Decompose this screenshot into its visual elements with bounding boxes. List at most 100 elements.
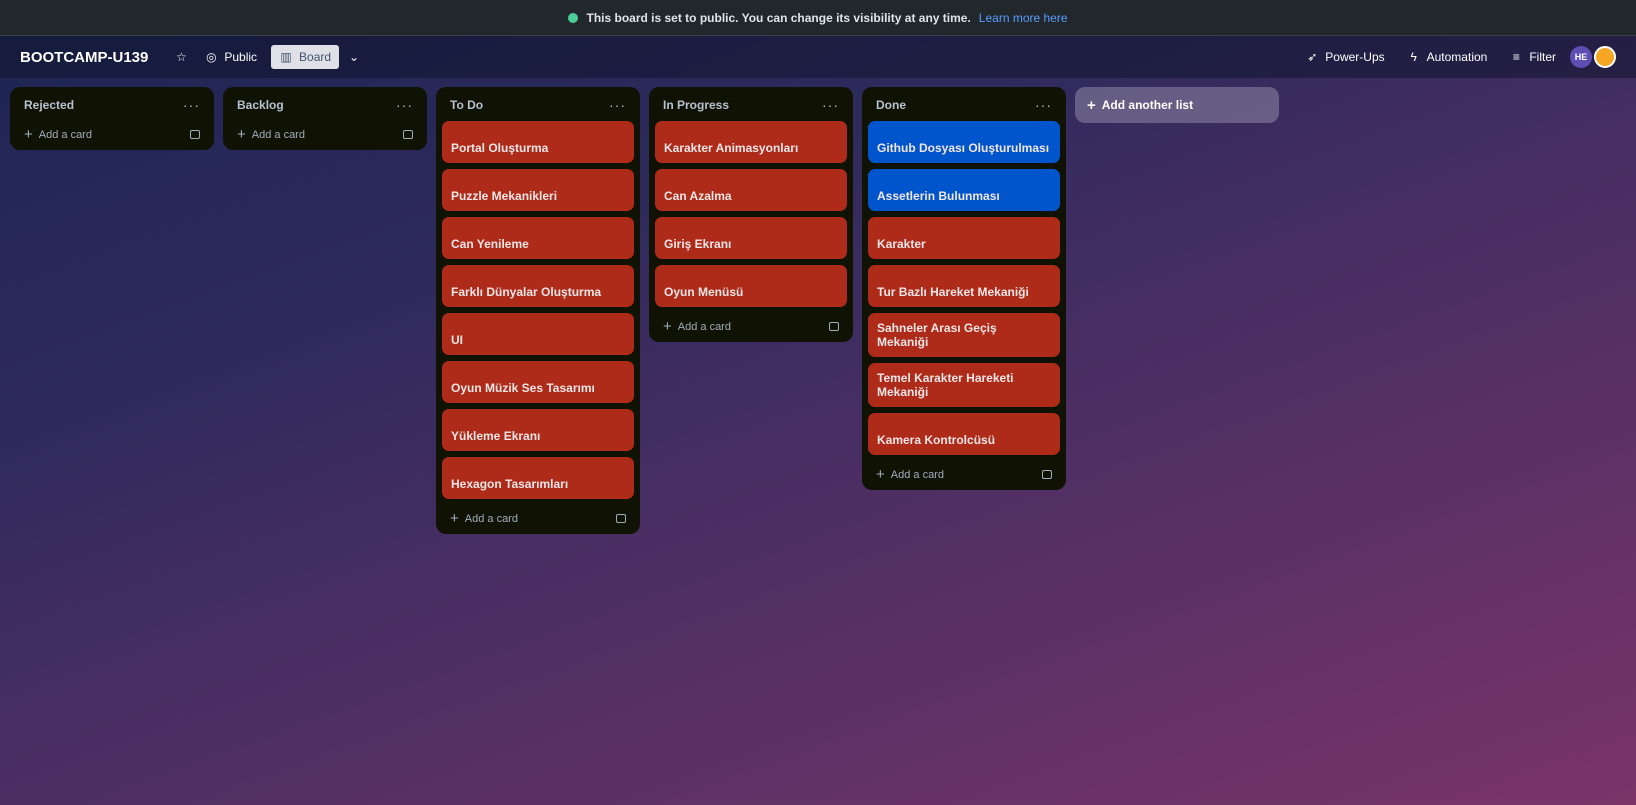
filter-button[interactable]: ≡ Filter — [1501, 45, 1564, 69]
list-to-do: To Do ··· Portal Oluşturma Puzzle Mekanikle… — [436, 87, 640, 534]
member-avatar[interactable]: HE — [1570, 46, 1592, 68]
card[interactable]: Puzzle Mekanikleri — [442, 169, 634, 211]
list-header: Rejected ··· — [16, 93, 208, 121]
card[interactable]: Sahneler Arası Geçiş Mekaniği — [868, 313, 1060, 357]
list-header: In Progress ··· — [655, 93, 847, 121]
add-card-row: + Add a card — [229, 121, 421, 142]
card[interactable]: Hexagon Tasarımları — [442, 457, 634, 499]
rocket-icon: ➶ — [1307, 50, 1318, 64]
board-header: BOOTCAMP-U139 ☆ ◎ Public ▥ Board ⌄ ➶ Pow… — [0, 36, 1636, 78]
board-title[interactable]: BOOTCAMP-U139 — [20, 49, 148, 66]
card-template-icon[interactable] — [190, 130, 200, 139]
board-lists: Rejected ··· + Add a card Backlog ··· + Add a c… — [10, 87, 1279, 534]
card[interactable]: Karakter Animasyonları — [655, 121, 847, 163]
card[interactable]: Assetlerin Bulunması — [868, 169, 1060, 211]
card[interactable]: Karakter — [868, 217, 1060, 259]
plus-icon: + — [1087, 96, 1096, 114]
card[interactable]: Temel Karakter Hareketi Mekaniği — [868, 363, 1060, 407]
list-menu-icon[interactable]: ··· — [609, 97, 626, 113]
list-menu-icon[interactable]: ··· — [1035, 97, 1052, 113]
card[interactable]: Tur Bazlı Hareket Mekaniği — [868, 265, 1060, 307]
card-title: Can Azalma — [664, 189, 732, 203]
card-title: Karakter — [877, 237, 926, 251]
powerups-button[interactable]: ➶ Power-Ups — [1297, 45, 1392, 69]
filter-icon: ≡ — [1512, 50, 1520, 64]
banner-message: This board is set to public. You can cha… — [586, 10, 971, 25]
card[interactable]: Oyun Menüsü — [655, 265, 847, 307]
powerups-label: Power-Ups — [1325, 50, 1385, 64]
user-avatar[interactable] — [1594, 46, 1616, 68]
card-title: Tur Bazlı Hareket Mekaniği — [877, 285, 1029, 299]
plus-icon: + — [237, 126, 246, 143]
card[interactable]: Portal Oluşturma — [442, 121, 634, 163]
card-title: Oyun Müzik Ses Tasarımı — [451, 381, 595, 395]
board-view-button[interactable]: ▥ Board — [271, 45, 340, 69]
plus-icon: + — [24, 126, 33, 143]
card[interactable]: Github Dosyası Oluşturulması — [868, 121, 1060, 163]
card-title: Karakter Animasyonları — [664, 141, 799, 155]
list-title[interactable]: Rejected — [24, 98, 74, 112]
star-icon: ☆ — [175, 50, 187, 64]
card-title: Hexagon Tasarımları — [451, 477, 569, 491]
card[interactable]: Can Azalma — [655, 169, 847, 211]
list-backlog: Backlog ··· + Add a card — [223, 87, 427, 150]
globe-icon — [568, 12, 579, 23]
add-card-button[interactable]: + Add a card — [876, 467, 944, 482]
board-view-label: Board — [299, 50, 332, 64]
card-template-icon[interactable] — [403, 130, 413, 139]
public-visibility-banner: This board is set to public. You can cha… — [0, 0, 1636, 36]
list-header: To Do ··· — [442, 93, 634, 121]
list-menu-icon[interactable]: ··· — [822, 97, 839, 113]
card[interactable]: Oyun Müzik Ses Tasarımı — [442, 361, 634, 403]
globe-icon: ◎ — [206, 50, 217, 64]
list-title[interactable]: Backlog — [237, 98, 284, 112]
add-card-row: + Add a card — [442, 505, 634, 526]
star-button[interactable]: ☆ — [166, 45, 196, 69]
card-title: Kamera Kontrolcüsü — [877, 433, 996, 447]
add-card-label: Add a card — [251, 128, 305, 141]
card-title: Yükleme Ekranı — [451, 429, 541, 443]
card[interactable]: UI — [442, 313, 634, 355]
automation-label: Automation — [1426, 50, 1488, 64]
automation-button[interactable]: ϟ Automation — [1399, 45, 1496, 69]
board-icon: ▥ — [280, 50, 292, 64]
card-title: Oyun Menüsü — [664, 285, 744, 299]
add-list-button[interactable]: + Add another list — [1075, 87, 1279, 123]
learn-more-link[interactable]: Learn more here — [979, 11, 1068, 25]
card-template-icon[interactable] — [829, 322, 839, 331]
add-list-label: Add another list — [1101, 98, 1194, 112]
add-card-label: Add a card — [464, 512, 518, 525]
card-title: Giriş Ekranı — [664, 237, 732, 251]
add-card-label: Add a card — [38, 128, 92, 141]
card-title: Portal Oluşturma — [451, 141, 549, 155]
lightning-icon: ϟ — [1410, 50, 1417, 64]
card-template-icon[interactable] — [1042, 470, 1052, 479]
card[interactable]: Kamera Kontrolcüsü — [868, 413, 1060, 455]
card[interactable]: Yükleme Ekranı — [442, 409, 634, 451]
list-done: Done ··· Github Dosyası Oluşturulması Asset… — [862, 87, 1066, 490]
filter-label: Filter — [1529, 50, 1556, 64]
list-menu-icon[interactable]: ··· — [396, 97, 413, 113]
lists-container: Rejected ··· + Add a card Backlog ··· + Add a c… — [10, 87, 1066, 534]
list-rejected: Rejected ··· + Add a card — [10, 87, 214, 150]
list-in-progress: In Progress ··· Karakter Animasyonları Can … — [649, 87, 853, 342]
visibility-button[interactable]: ◎ Public — [196, 45, 265, 69]
add-card-row: + Add a card — [868, 461, 1060, 482]
card-template-icon[interactable] — [616, 514, 626, 523]
views-dropdown-button[interactable]: ⌄ — [339, 45, 369, 69]
plus-icon: + — [450, 510, 459, 527]
add-card-button[interactable]: + Add a card — [450, 511, 518, 526]
add-card-button[interactable]: + Add a card — [237, 127, 305, 142]
card[interactable]: Giriş Ekranı — [655, 217, 847, 259]
add-card-button[interactable]: + Add a card — [24, 127, 92, 142]
list-title[interactable]: Done — [876, 98, 906, 112]
card[interactable]: Farklı Dünyalar Oluşturma — [442, 265, 634, 307]
list-title[interactable]: In Progress — [663, 98, 729, 112]
card[interactable]: Can Yenileme — [442, 217, 634, 259]
list-title[interactable]: To Do — [450, 98, 483, 112]
add-card-button[interactable]: + Add a card — [663, 319, 731, 334]
visibility-label: Public — [224, 50, 258, 64]
chevron-down-icon: ⌄ — [349, 50, 360, 64]
list-menu-icon[interactable]: ··· — [183, 97, 200, 113]
card-title: Temel Karakter Hareketi Mekaniği — [877, 371, 1014, 399]
